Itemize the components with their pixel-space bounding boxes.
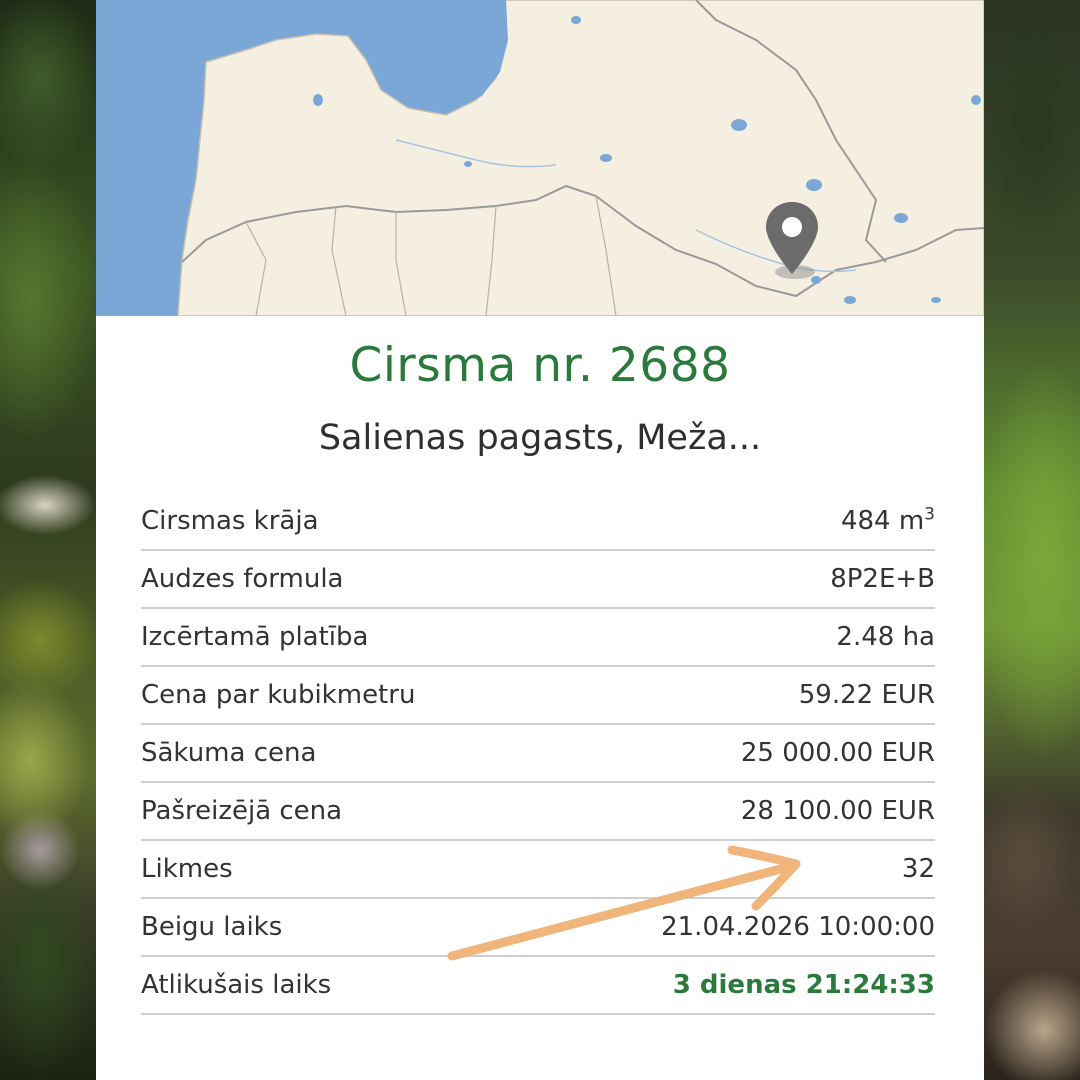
detail-row-stock: Cirsmas krāja 484 m3: [141, 493, 935, 551]
detail-value: 28 100.00 EUR: [740, 796, 935, 826]
detail-value: 2.48 ha: [836, 622, 935, 652]
detail-label: Atlikušais laiks: [141, 970, 332, 1000]
lot-title: Cirsma nr. 2688: [349, 338, 731, 393]
screenshot-stage: Cirsma nr. 2688 Salienas pagasts, Meža..…: [0, 0, 1080, 1080]
detail-row-bids: Likmes 32: [141, 841, 935, 899]
detail-label: Pašreizējā cena: [141, 796, 343, 826]
detail-row-area: Izcērtamā platība 2.48 ha: [141, 609, 935, 667]
detail-value: 21.04.2026 10:00:00: [661, 912, 935, 942]
detail-value: 8P2E+B: [830, 564, 935, 594]
map-pin-icon[interactable]: [764, 200, 820, 276]
detail-value: 484 m3: [840, 504, 935, 536]
lot-details-table: Cirsmas krāja 484 m3 Audzes formula 8P2E…: [141, 493, 935, 1015]
lot-location: Salienas pagasts, Meža...: [318, 418, 762, 458]
detail-label: Cena par kubikmetru: [141, 680, 416, 710]
detail-value: 32: [901, 854, 935, 884]
detail-value: 59.22 EUR: [798, 680, 935, 710]
detail-label: Cirsmas krāja: [141, 506, 319, 536]
detail-row-time-remaining: Atlikušais laiks 3 dienas 21:24:33: [141, 957, 935, 1015]
location-map[interactable]: [96, 0, 984, 316]
detail-row-start-price: Sākuma cena 25 000.00 EUR: [141, 725, 935, 783]
detail-label: Likmes: [141, 854, 233, 884]
detail-row-formula: Audzes formula 8P2E+B: [141, 551, 935, 609]
forest-background-right: [984, 0, 1080, 1080]
detail-row-current-price: Pašreizējā cena 28 100.00 EUR: [141, 783, 935, 841]
lot-card: Cirsma nr. 2688 Salienas pagasts, Meža..…: [96, 0, 984, 1080]
detail-label: Izcērtamā platība: [141, 622, 369, 652]
detail-label: Beigu laiks: [141, 912, 283, 942]
forest-background-left: [0, 0, 96, 1080]
detail-value: 25 000.00 EUR: [740, 738, 935, 768]
detail-row-end-time: Beigu laiks 21.04.2026 10:00:00: [141, 899, 935, 957]
detail-row-price-per-m3: Cena par kubikmetru 59.22 EUR: [141, 667, 935, 725]
countdown-value: 3 dienas 21:24:33: [672, 970, 935, 1000]
map-graphic: [96, 0, 984, 316]
detail-label: Sākuma cena: [141, 738, 317, 768]
detail-label: Audzes formula: [141, 564, 344, 594]
